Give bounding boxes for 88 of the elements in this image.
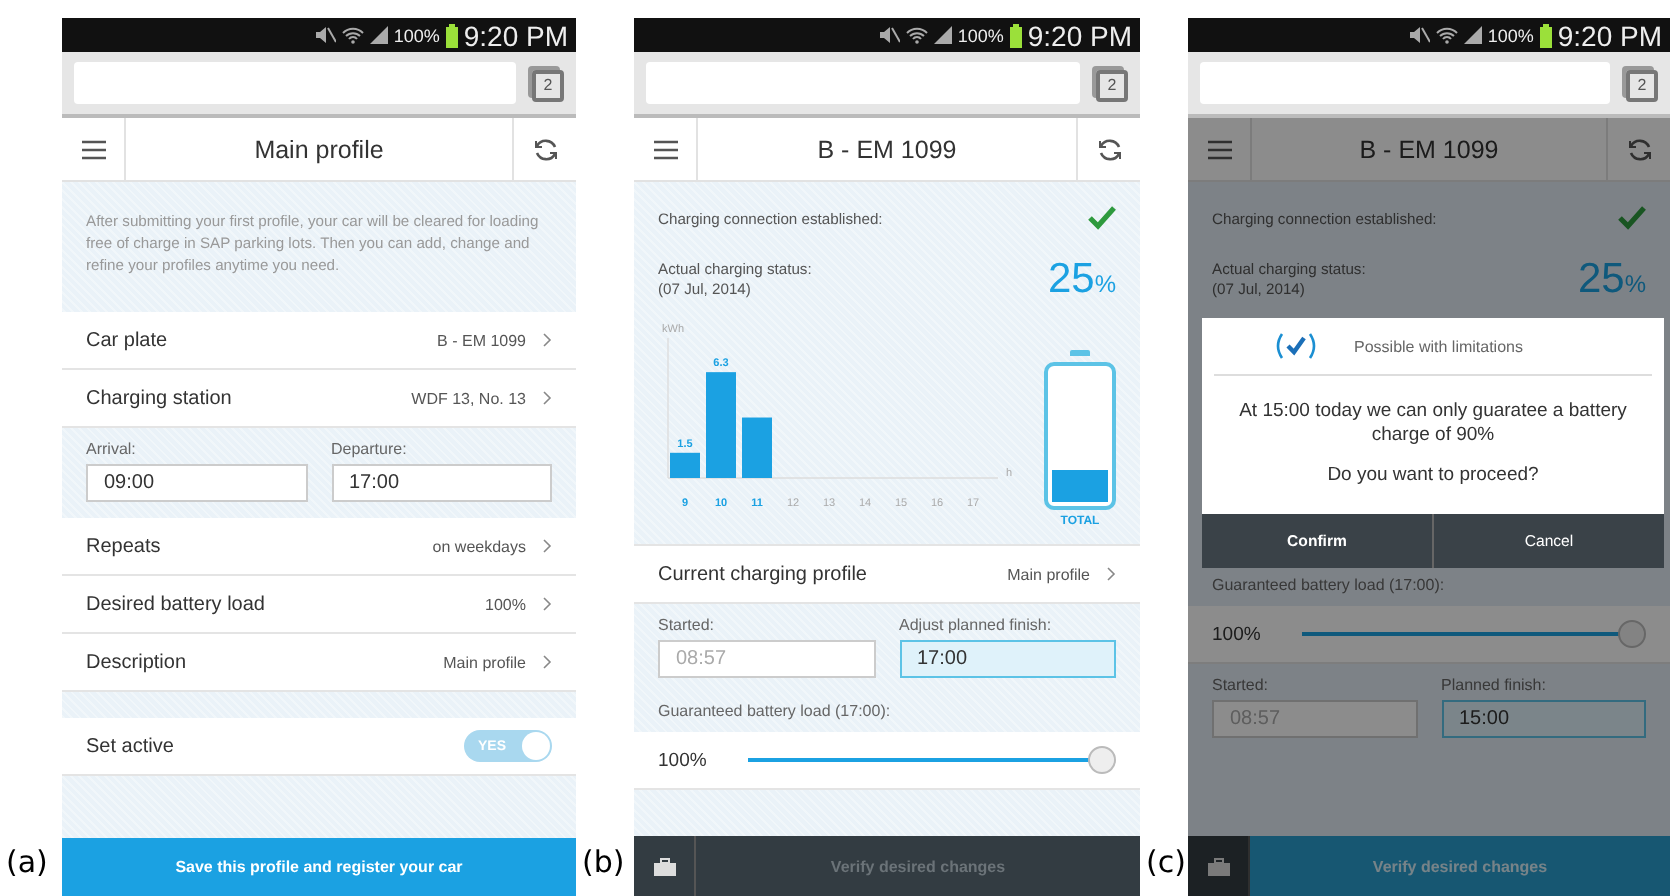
dialog-question: Do you want to proceed? xyxy=(1325,462,1541,490)
slider-reading: 100% xyxy=(1212,623,1261,645)
time-field[interactable]: 15:00 xyxy=(1441,700,1646,738)
url-field[interactable] xyxy=(1200,62,1610,104)
mute-icon xyxy=(313,26,336,44)
signal-icon xyxy=(933,26,952,44)
time-field[interactable]: 09:00 xyxy=(86,464,307,502)
chevron-right-icon xyxy=(542,596,552,612)
field-label: Started: xyxy=(1212,676,1271,694)
row-value: Main profile xyxy=(1007,565,1090,583)
page-title: B - EM 1099 xyxy=(1357,135,1501,163)
url-field[interactable] xyxy=(646,62,1080,104)
refresh-icon[interactable] xyxy=(533,137,557,161)
dialog-title: Possible with limitations xyxy=(1354,337,1523,355)
tabs-button[interactable]: 2 xyxy=(1626,69,1658,101)
page-title: B - EM 1099 xyxy=(815,135,959,163)
battery-percent: 100% xyxy=(393,25,440,45)
wifi-icon xyxy=(1435,26,1458,44)
slider-thumb[interactable] xyxy=(1088,746,1116,774)
briefcase-icon[interactable] xyxy=(653,857,675,875)
section-label: Guaranteed battery load (17:00): xyxy=(656,700,893,724)
settings-row[interactable]: Desired battery load 100% xyxy=(62,576,576,634)
briefcase-icon[interactable] xyxy=(1207,857,1229,875)
panel-caption: (c) xyxy=(1144,844,1186,880)
row-value: B - EM 1099 xyxy=(437,331,526,349)
settings-row[interactable]: Repeats on weekdays xyxy=(62,518,576,576)
refresh-icon[interactable] xyxy=(1627,137,1651,161)
field-label: Planned finish: xyxy=(1441,676,1548,694)
signal-icon xyxy=(1463,26,1482,44)
row-label: Repeats xyxy=(86,535,163,557)
slider-thumb[interactable] xyxy=(1618,620,1646,648)
menu-icon[interactable] xyxy=(81,139,105,159)
refresh-icon[interactable] xyxy=(1097,137,1121,161)
field-label: Arrival: xyxy=(86,440,138,458)
row-label: Current charging profile xyxy=(658,563,869,585)
signal-icon xyxy=(369,26,388,44)
clock-time: 9:20 PM xyxy=(1027,19,1132,51)
battery-percent: 100% xyxy=(957,25,1004,45)
chart-bar xyxy=(670,452,700,478)
chevron-right-icon xyxy=(542,654,552,670)
field-label: Departure: xyxy=(331,440,409,458)
menu-icon[interactable] xyxy=(653,139,677,159)
charge-percent: 25% xyxy=(1047,255,1116,303)
time-field[interactable]: 17:00 xyxy=(331,464,552,502)
settings-row[interactable]: Charging station WDF 13, No. 13 xyxy=(62,370,576,428)
row-value: 100% xyxy=(485,595,526,613)
menu-icon[interactable] xyxy=(1207,139,1231,159)
battery-icon xyxy=(1009,23,1022,47)
field-label: Adjust planned finish: xyxy=(899,616,1054,634)
clock-time: 9:20 PM xyxy=(463,19,568,51)
row-label: Description xyxy=(86,651,189,673)
mute-icon xyxy=(1407,26,1430,44)
check-icon xyxy=(1274,332,1318,360)
row-value: on weekdays xyxy=(432,537,526,555)
row-label: Car plate xyxy=(86,329,170,351)
tabs-button[interactable]: 2 xyxy=(1096,69,1128,101)
clock-time: 9:20 PM xyxy=(1557,19,1662,51)
row-value: Main profile xyxy=(443,653,526,671)
chevron-right-icon xyxy=(1106,566,1116,582)
wifi-icon xyxy=(905,26,928,44)
chart-bar xyxy=(742,417,772,478)
chevron-right-icon xyxy=(542,538,552,554)
url-field[interactable] xyxy=(74,62,516,104)
wifi-icon xyxy=(341,26,364,44)
row-label: Desired battery load xyxy=(86,593,267,615)
field-label: Started: xyxy=(658,616,717,634)
row-value: WDF 13, No. 13 xyxy=(411,389,526,407)
charge-percent: 25% xyxy=(1577,255,1646,303)
panel-caption: (a) xyxy=(4,844,48,880)
settings-row[interactable]: Car plate B - EM 1099 xyxy=(62,312,576,370)
battery-icon xyxy=(1539,23,1552,47)
chevron-right-icon xyxy=(542,390,552,406)
chevron-right-icon xyxy=(542,332,552,348)
chart-bar xyxy=(706,372,736,478)
row-label: Charging station xyxy=(86,387,234,409)
battery-icon xyxy=(445,23,458,47)
settings-row[interactable]: Description Main profile xyxy=(62,634,576,692)
row-label: Set active xyxy=(86,735,176,757)
time-field[interactable]: 17:00 xyxy=(899,640,1116,678)
dialog-message: At 15:00 today we can only guaratee a battery charge of 90% xyxy=(1237,398,1629,448)
section-label: Guaranteed battery load (17:00): xyxy=(1210,574,1447,598)
mute-icon xyxy=(877,26,900,44)
slider-reading: 100% xyxy=(658,749,707,771)
tabs-button[interactable]: 2 xyxy=(532,69,564,101)
battery-percent: 100% xyxy=(1487,25,1534,45)
panel-caption: (b) xyxy=(580,844,625,880)
settings-row[interactable]: Current charging profile Main profile xyxy=(634,546,1140,604)
page-title: Main profile xyxy=(252,135,386,163)
